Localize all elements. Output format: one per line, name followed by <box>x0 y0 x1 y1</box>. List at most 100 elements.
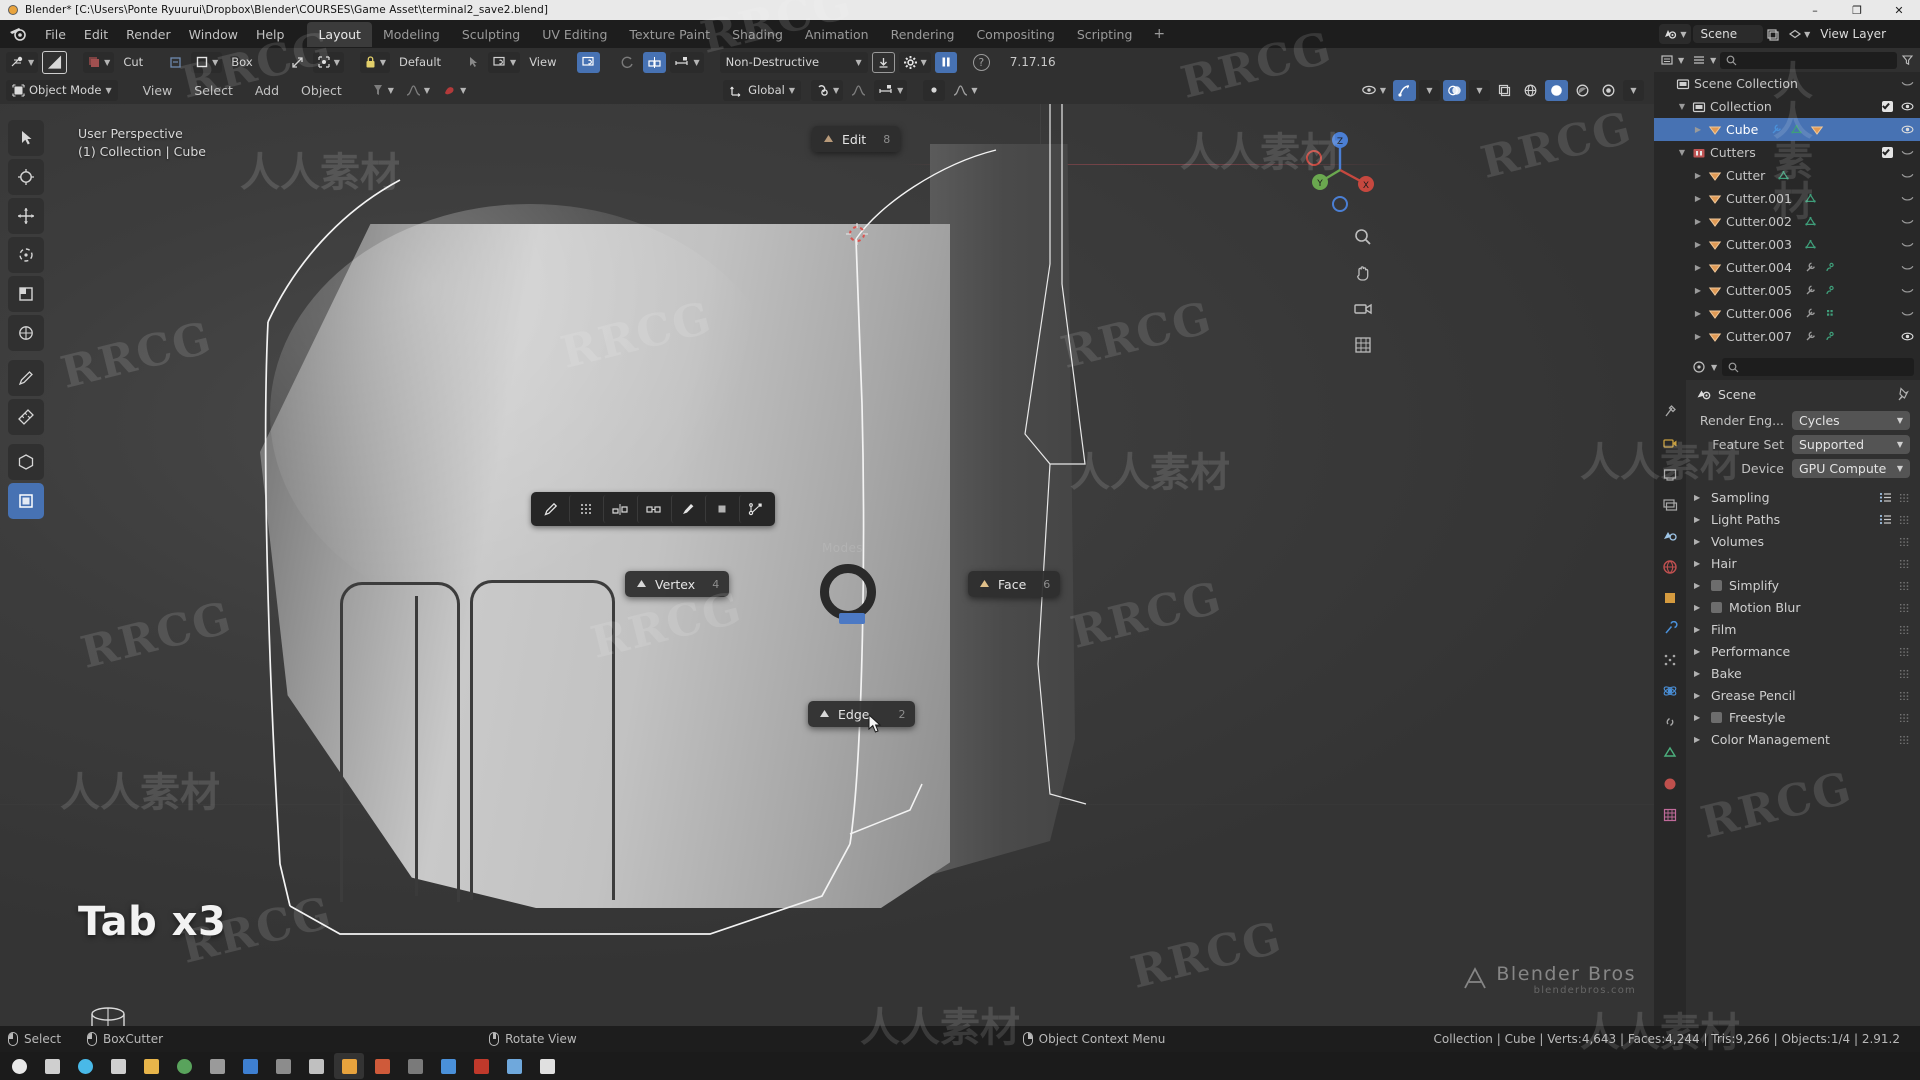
bc-wire-icon[interactable] <box>739 495 771 523</box>
workspace-tab-compositing[interactable]: Compositing <box>965 22 1065 47</box>
outliner-row-toggles[interactable] <box>1901 284 1914 297</box>
properties-panel-hair[interactable]: ▶ Hair <box>1686 552 1920 574</box>
chevron-down-icon[interactable]: ▼ <box>1711 363 1717 372</box>
settings-gear-icon[interactable]: ▼ <box>898 51 931 73</box>
outliner-row-toggles[interactable] <box>1901 215 1914 228</box>
menu-edit[interactable]: Edit <box>75 24 117 45</box>
proportional-falloff-icon[interactable] <box>847 80 870 101</box>
display-mode-icon[interactable]: ▼ <box>488 51 521 73</box>
properties-panel-freestyle[interactable]: ▶ Freestyle <box>1686 706 1920 728</box>
window-controls[interactable]: – ❐ ✕ <box>1794 0 1920 20</box>
outliner-filter-icon[interactable] <box>1901 54 1914 67</box>
viewport-menu-object[interactable]: Object <box>292 80 351 101</box>
disclosure-triangle-icon[interactable]: ▶ <box>1692 332 1704 341</box>
outliner-row-collection[interactable]: ▼ Collection <box>1654 95 1920 118</box>
bc-mirror-icon[interactable] <box>603 495 635 523</box>
windows-taskbar[interactable] <box>0 1052 1920 1080</box>
bc-brush-icon[interactable] <box>671 495 703 523</box>
panel-drag-handle-icon[interactable] <box>1899 602 1910 612</box>
gizmo-options-chevron[interactable]: ▼ <box>1419 79 1440 101</box>
outliner-item-datablocks[interactable] <box>1804 261 1837 274</box>
pie-item-edit[interactable]: Edit 8 <box>812 126 901 152</box>
scene-browse-button[interactable]: ▼ <box>1659 24 1691 44</box>
tool-transform[interactable] <box>8 315 44 351</box>
visibility-eye-icon[interactable] <box>1901 261 1914 274</box>
taskbar-photos-button[interactable] <box>301 1053 331 1079</box>
apply-icon[interactable] <box>871 51 895 73</box>
overlays-toggle-icon[interactable] <box>1443 79 1466 101</box>
workspace-tab-scripting[interactable]: Scripting <box>1066 22 1144 47</box>
properties-panel-volumes[interactable]: ▶ Volumes <box>1686 530 1920 552</box>
preset-list-icon[interactable] <box>1879 492 1892 503</box>
outliner-item-datablocks[interactable] <box>1804 215 1817 228</box>
bc-dots-icon[interactable] <box>569 495 601 523</box>
disclosure-triangle-icon[interactable]: ▶ <box>1694 669 1704 678</box>
outliner-search-input[interactable] <box>1720 51 1897 69</box>
panel-drag-handle-icon[interactable] <box>1899 712 1910 722</box>
disclosure-triangle-icon[interactable]: ▶ <box>1694 493 1704 502</box>
properties-tab-column[interactable] <box>1654 354 1686 1026</box>
maximize-button[interactable]: ❐ <box>1836 0 1878 20</box>
properties-fields[interactable]: Render Eng... Cycles ▼ Feature Set Supported… <box>1686 408 1920 480</box>
property-dropdown[interactable]: Supported ▼ <box>1792 434 1910 454</box>
transform-orientation-dropdown[interactable]: Global ▼ <box>723 79 801 101</box>
zoom-icon[interactable] <box>1350 224 1376 250</box>
snap-target-icon[interactable]: ▼ <box>312 51 344 73</box>
menu-help[interactable]: Help <box>247 24 294 45</box>
cut-mode-icon[interactable]: ▼ <box>83 51 115 73</box>
outliner-row-cutters[interactable]: ▼ Cutters <box>1654 141 1920 164</box>
lock-icon[interactable]: ▼ <box>359 51 390 73</box>
properties-editor-type-icon[interactable] <box>1692 360 1706 374</box>
mirror-icon[interactable] <box>616 52 639 73</box>
workspace-tab-texture-paint[interactable]: Texture Paint <box>618 22 721 47</box>
tool-rotate[interactable] <box>8 237 44 273</box>
visibility-eye-icon[interactable] <box>1901 77 1914 90</box>
outliner-row-cutter-007[interactable]: ▶ Cutter.007 <box>1654 325 1920 348</box>
pivot-span-icon[interactable]: ▼ <box>874 79 908 101</box>
taskbar-word-button[interactable] <box>466 1053 496 1079</box>
taskbar-app13-button[interactable] <box>433 1053 463 1079</box>
viewport-menu-add[interactable]: Add <box>246 80 288 101</box>
camera-view-icon[interactable] <box>1350 296 1376 322</box>
shading-rendered-icon[interactable] <box>1597 80 1620 101</box>
tool-annotate[interactable] <box>8 360 44 396</box>
outliner-row-scene-collection[interactable]: Scene Collection <box>1654 72 1920 95</box>
3d-viewport[interactable]: User Perspective (1) Collection | Cube T… <box>0 104 1654 1026</box>
box-shape-icon[interactable]: ▼ <box>191 51 223 73</box>
properties-panel-performance[interactable]: ▶ Performance <box>1686 640 1920 662</box>
blender-logo-icon[interactable] <box>8 24 28 44</box>
panel-drag-handle-icon[interactable] <box>1899 668 1910 678</box>
outliner-item-datablocks[interactable] <box>1804 284 1837 297</box>
outliner-row-toggles[interactable] <box>1882 146 1914 159</box>
outliner-panel[interactable]: ▼ ▼ Scene Collection ▼ Collection ▶ Cube ▼ Cut… <box>1654 48 1920 354</box>
outliner-row-toggles[interactable] <box>1901 77 1914 90</box>
properties-tab-output[interactable] <box>1659 464 1681 484</box>
outliner-row-cutter-006[interactable]: ▶ Cutter.006 <box>1654 302 1920 325</box>
cube-mesh-object[interactable] <box>150 144 1075 944</box>
workspace-tab-shading[interactable]: Shading <box>721 22 794 47</box>
outliner-row-toggles[interactable] <box>1901 261 1914 274</box>
pin-icon[interactable] <box>1896 387 1910 401</box>
property-dropdown[interactable]: GPU Compute ▼ <box>1792 458 1910 478</box>
taskbar-taskview-button[interactable] <box>103 1053 133 1079</box>
visibility-eye-icon[interactable] <box>1901 238 1914 251</box>
outliner-row-toggles[interactable] <box>1901 330 1914 343</box>
bevel-width-icon[interactable]: ▼ <box>670 51 704 73</box>
taskbar-start-button[interactable] <box>4 1053 34 1079</box>
boxcutter-mode-icon[interactable]: ▼ <box>6 51 39 73</box>
disclosure-triangle-icon[interactable]: ▶ <box>1692 217 1704 226</box>
outliner-row-toggles[interactable] <box>1901 123 1914 136</box>
scene-name-field[interactable]: Scene <box>1692 25 1764 43</box>
scale-tool-icon[interactable] <box>286 52 309 73</box>
taskbar-app6-button[interactable] <box>202 1053 232 1079</box>
tool-scale[interactable] <box>8 276 44 312</box>
outliner-display-mode-icon[interactable] <box>1692 53 1706 67</box>
properties-tab-viewlayer[interactable] <box>1659 495 1681 515</box>
tool-boxcutter[interactable] <box>8 483 44 519</box>
properties-tab-tool[interactable] <box>1659 402 1681 422</box>
pie-item-face[interactable]: Face 6 <box>968 571 1061 597</box>
new-scene-icon[interactable] <box>1765 27 1780 42</box>
minimize-button[interactable]: – <box>1794 0 1836 20</box>
visibility-eye-icon[interactable] <box>1901 284 1914 297</box>
visibility-eye-icon[interactable] <box>1901 192 1914 205</box>
